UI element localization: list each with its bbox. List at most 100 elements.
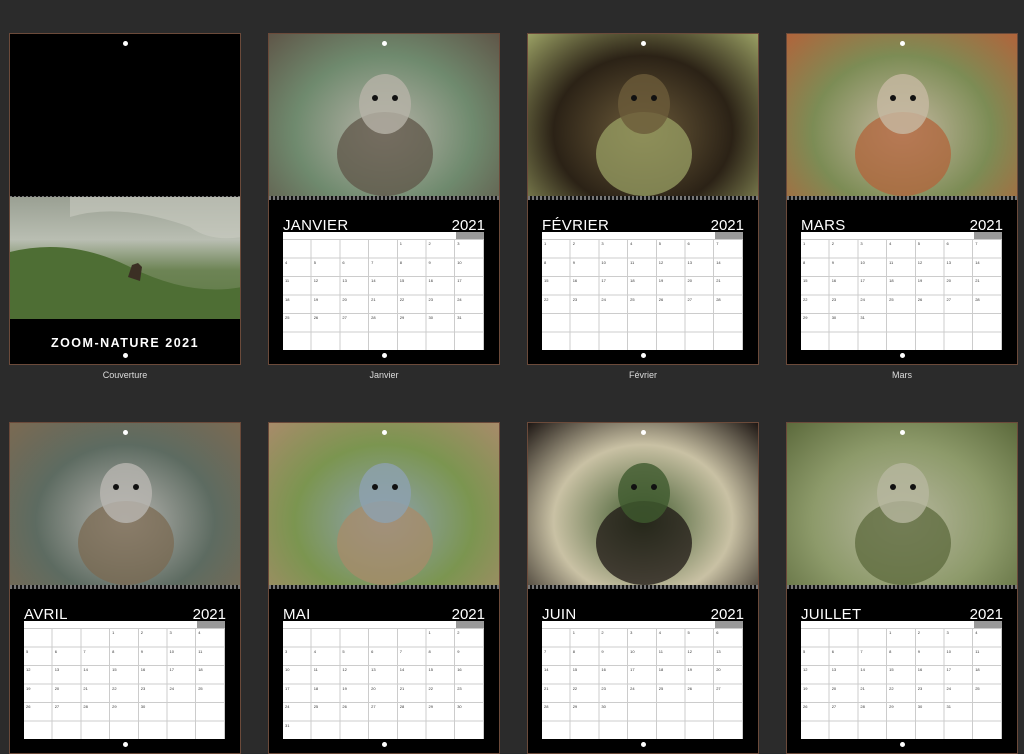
calendar-day: 25 xyxy=(313,704,319,709)
calendar-day: 30 xyxy=(140,704,146,709)
calendar-day: 8 xyxy=(803,259,806,265)
calendar-day: 15 xyxy=(399,278,405,283)
landscape-shape xyxy=(10,197,240,319)
calendar-day: 17 xyxy=(860,278,865,283)
calendar-day: 19 xyxy=(687,667,692,672)
calendar-day: 15 xyxy=(428,667,433,672)
day-numbers: 1 2 3 4 5 6 7 8 9 10 11 12 13 14 15 16 17 18 19 20 21 22 23 24 2… xyxy=(801,628,1002,739)
calendar-day: 19 xyxy=(26,685,31,691)
month-page-1[interactable]: FÉVRIER 2021 1 2 3 4 5 6 7 8 9 10 11 12 13 14 15 16 17 18… xyxy=(527,33,759,365)
calendar-day: 7 xyxy=(371,259,374,265)
calendar-day: 7 xyxy=(860,648,863,654)
calendar-day: 20 xyxy=(831,685,837,691)
month-page-4[interactable]: MAI 2021 1 2 3 4 5 6 7 8 9 10 11 12 13 14 15 16 17 18 19 20… xyxy=(268,422,500,754)
calendar-day: 28 xyxy=(716,296,721,302)
calendar-day: 26 xyxy=(687,685,692,691)
animal-silhouette-icon xyxy=(337,463,433,585)
calendar-day: 31 xyxy=(285,722,290,728)
cover-page[interactable]: ZOOM-NATURE 2021 xyxy=(9,33,241,365)
calendar-day: 28 xyxy=(544,704,549,709)
calendar-day: 8 xyxy=(572,648,575,654)
calendar-day: 18 xyxy=(975,667,980,672)
calendar-day: 25 xyxy=(630,296,635,302)
calendar-day: 15 xyxy=(803,278,808,283)
calendar-day: 31 xyxy=(457,315,462,320)
calendar-day: 11 xyxy=(658,648,663,654)
calendar-day: 26 xyxy=(803,704,808,709)
calendar-day: 13 xyxy=(946,259,951,265)
calendar-day: 9 xyxy=(572,259,575,265)
calendar-day: 16 xyxy=(831,278,837,283)
month-page-0[interactable]: JANVIER 2021 1 2 3 4 5 6 7 8 9 10 11 12 13 14 15 16 17 18… xyxy=(268,33,500,365)
hanging-hole-top xyxy=(899,41,905,46)
calendar-day: 13 xyxy=(687,259,692,265)
calendar-day: 6 xyxy=(371,648,374,654)
calendar-day: 24 xyxy=(946,685,951,691)
calendar-day: 12 xyxy=(313,278,319,283)
calendar-day: 14 xyxy=(399,667,405,672)
hanging-hole-bottom xyxy=(640,353,646,358)
calendar-day: 12 xyxy=(917,259,923,265)
calendar-day: 20 xyxy=(716,667,721,672)
calendar-day: 16 xyxy=(428,278,433,283)
calendar-day: 21 xyxy=(716,278,721,283)
calendar-grid: 1 2 3 4 5 6 7 8 9 10 11 12 13 14 15 16 17 18 19 20 21 22 23 24 2… xyxy=(542,621,743,739)
calendar-day: 14 xyxy=(975,259,980,265)
month-page-3[interactable]: AVRIL 2021 1 2 3 4 5 6 7 8 9 10 11 12 13 14 15 16 17 18 19… xyxy=(9,422,241,754)
calendar-day: 1 xyxy=(803,241,806,246)
calendar-day: 29 xyxy=(399,315,405,320)
calendar-day: 21 xyxy=(371,296,376,302)
calendar-day: 27 xyxy=(946,296,951,302)
calendar-day: 5 xyxy=(342,648,345,654)
hanging-hole-bottom xyxy=(899,353,905,358)
calendar-day: 4 xyxy=(285,259,288,265)
calendar-day: 21 xyxy=(975,278,980,283)
frog-photo xyxy=(528,34,758,197)
calendar-day: 11 xyxy=(630,259,635,265)
hanging-hole-top xyxy=(640,41,646,46)
calendar-day: 13 xyxy=(342,278,347,283)
animal-silhouette-icon xyxy=(596,74,692,196)
calendar-day: 13 xyxy=(716,648,721,654)
calendar-day: 29 xyxy=(572,704,578,709)
calendar-day: 14 xyxy=(83,667,88,672)
calendar-day: 9 xyxy=(917,648,921,654)
calendar-day: 3 xyxy=(860,241,863,246)
calendar-day: 21 xyxy=(860,685,865,691)
month-page-2[interactable]: MARS 2021 1 2 3 4 5 6 7 8 9 10 11 12 13 14 15 16 17 18 19 2… xyxy=(786,33,1018,365)
calendar-grid: 1 2 3 4 5 6 7 8 9 10 11 12 13 14 15 16 17 18 19 20 21 22 23 24 2… xyxy=(283,621,484,739)
month-caption: Mars xyxy=(892,370,912,380)
calendar-day: 18 xyxy=(630,278,635,283)
calendar-day: 17 xyxy=(457,278,462,283)
calendar-day: 27 xyxy=(716,685,721,691)
month-page-5[interactable]: JUIN 2021 1 2 3 4 5 6 7 8 9 10 11 12 13 14 15 16 17 18 19 2… xyxy=(527,422,759,754)
calendar-day: 28 xyxy=(399,704,405,709)
calendar-day: 11 xyxy=(285,278,290,283)
calendar-day: 3 xyxy=(601,241,604,246)
calendar-day: 16 xyxy=(917,667,923,672)
cover-title: ZOOM-NATURE 2021 xyxy=(50,336,200,350)
calendar-day: 8 xyxy=(399,259,403,265)
calendar-grid: 1 2 3 4 5 6 7 8 9 10 11 12 13 14 15 16 17 18 19 20 21 22 23 24 2… xyxy=(801,621,1002,739)
calendar-day: 16 xyxy=(457,667,462,672)
calendar-day: 19 xyxy=(917,278,923,283)
month-page-6[interactable]: JUILLET 2021 1 2 3 4 5 6 7 8 9 10 11 12 13 14 15 16 17 18… xyxy=(786,422,1018,754)
calendar-day: 26 xyxy=(26,704,31,709)
calendar-day: 30 xyxy=(917,704,923,709)
calendar-day: 15 xyxy=(112,667,117,672)
ibex-photo xyxy=(269,34,499,197)
calendar-day: 4 xyxy=(889,241,892,246)
calendar-day: 15 xyxy=(544,278,549,283)
calendar-day: 1 xyxy=(544,241,547,246)
calendar-day: 30 xyxy=(428,315,433,320)
month-caption: Février xyxy=(628,370,657,380)
calendar-day: 5 xyxy=(313,259,316,265)
calendar-day: 14 xyxy=(371,278,376,283)
calendar-day: 19 xyxy=(803,685,808,691)
calendar-day: 9 xyxy=(428,259,431,265)
calendar-day: 10 xyxy=(630,648,635,654)
calendar-day: 28 xyxy=(860,704,865,709)
calendar-day: 5 xyxy=(917,241,921,246)
animal-silhouette-icon xyxy=(596,463,692,585)
calendar-day: 20 xyxy=(54,685,60,691)
